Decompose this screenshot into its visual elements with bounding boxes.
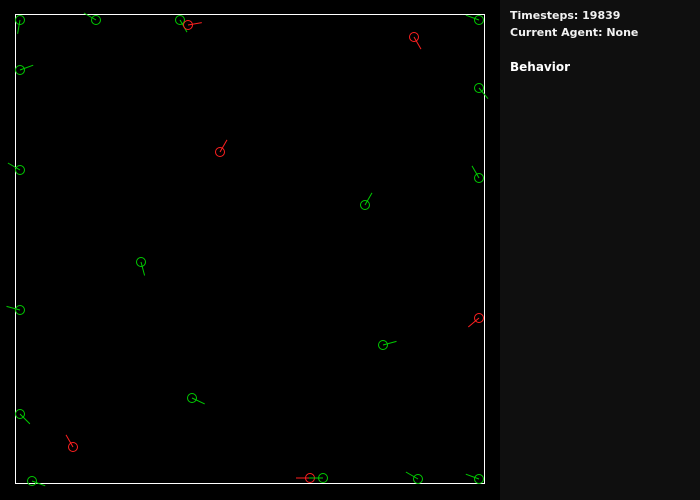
timesteps-label: Timesteps: bbox=[510, 9, 579, 22]
agent-green-12[interactable] bbox=[136, 257, 146, 276]
agent-green-15[interactable] bbox=[378, 340, 397, 350]
agents-layer bbox=[6, 12, 489, 487]
simulation-svg bbox=[6, 12, 489, 487]
agent-heading-line bbox=[219, 139, 228, 153]
current-agent-value: None bbox=[606, 26, 639, 39]
agent-green-10[interactable] bbox=[360, 192, 373, 210]
agent-green-2[interactable] bbox=[175, 15, 188, 33]
agent-green-23[interactable] bbox=[465, 473, 484, 484]
agent-heading-line bbox=[17, 19, 21, 34]
current-agent-readout: Current Agent: None bbox=[510, 26, 638, 39]
agent-heading-line bbox=[471, 165, 480, 179]
agent-heading-line bbox=[191, 397, 205, 405]
agent-heading-line bbox=[187, 22, 202, 26]
timesteps-readout: Timesteps: 19839 bbox=[510, 9, 620, 22]
agent-heading-line bbox=[65, 434, 74, 448]
agent-heading-line bbox=[19, 413, 31, 425]
agent-green-7[interactable] bbox=[474, 83, 489, 100]
agent-red-5[interactable] bbox=[409, 32, 422, 50]
behavior-heading: Behavior bbox=[510, 60, 571, 74]
agent-green-9[interactable] bbox=[7, 162, 25, 175]
agent-red-14[interactable] bbox=[467, 313, 484, 328]
agent-red-3[interactable] bbox=[183, 20, 202, 30]
agent-heading-line bbox=[382, 340, 397, 346]
agent-green-11[interactable] bbox=[471, 165, 484, 183]
side-panel: Timesteps: 19839 Current Agent: None Beh… bbox=[500, 0, 700, 500]
simulation-canvas[interactable] bbox=[0, 0, 500, 500]
agent-heading-line bbox=[405, 471, 419, 480]
agent-green-16[interactable] bbox=[187, 393, 205, 405]
agent-green-6[interactable] bbox=[15, 64, 34, 75]
agent-green-0[interactable] bbox=[15, 15, 25, 34]
agent-red-18[interactable] bbox=[65, 434, 78, 452]
agent-heading-line bbox=[6, 305, 21, 311]
agent-heading-line bbox=[7, 162, 21, 171]
arena-border bbox=[15, 14, 485, 484]
agent-green-21[interactable] bbox=[309, 473, 328, 483]
agent-red-8[interactable] bbox=[215, 139, 228, 157]
agent-green-4[interactable] bbox=[465, 14, 484, 25]
timesteps-value: 19839 bbox=[582, 9, 621, 22]
current-agent-label: Current Agent: bbox=[510, 26, 603, 39]
agent-heading-line bbox=[413, 36, 422, 50]
agent-heading-line bbox=[364, 192, 373, 206]
agent-green-22[interactable] bbox=[405, 471, 423, 484]
agent-green-17[interactable] bbox=[15, 409, 31, 425]
agent-green-19[interactable] bbox=[27, 476, 46, 487]
agent-heading-line bbox=[140, 261, 146, 276]
